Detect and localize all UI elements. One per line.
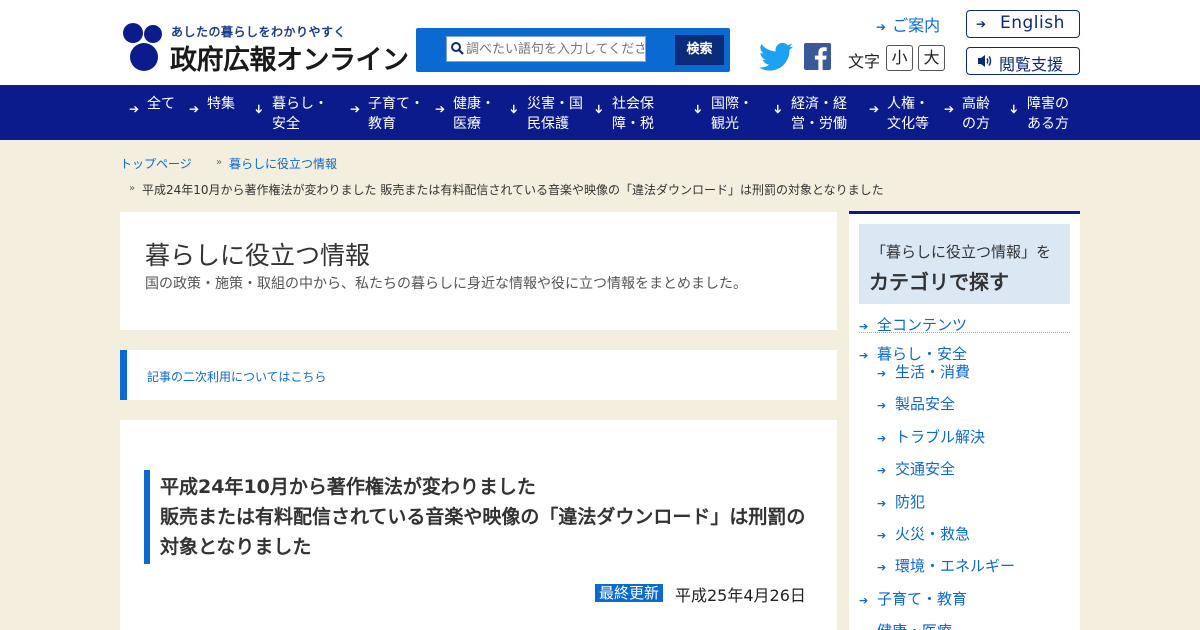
arrow-right-icon: ➔	[976, 17, 987, 31]
arrow-right-icon: ➔	[129, 102, 140, 116]
sidebar-heading: 「暮らしに役立つ情報」を カテゴリで探す	[859, 224, 1070, 304]
site-header: あしたの暮らしをわかりやすく 政府広報オンライン 検索 ➔ご案内 文字 小 大 …	[0, 0, 1200, 85]
arrow-right-icon: ➔	[435, 102, 446, 116]
accessibility-button-label: 閲覧支援	[999, 55, 1064, 74]
breadcrumb-separator-icon: »	[216, 157, 223, 168]
arrow-right-icon: ➔	[944, 102, 955, 116]
nav-label: 健康・ 医療	[453, 96, 495, 132]
sidebar-item-label: 製品安全	[895, 395, 956, 413]
last-updated-badge: 最終更新	[595, 584, 664, 602]
sidebar-item-label: 生活・消費	[895, 363, 971, 381]
arrow-right-icon: ➔	[859, 594, 869, 607]
sidebar-subitem-crime-prevention[interactable]: ➔ 防犯	[877, 491, 925, 512]
facebook-icon[interactable]	[804, 43, 831, 70]
arrow-down-icon: ➔	[592, 103, 607, 115]
sidebar-subitem-product-safety[interactable]: ➔ 製品安全	[877, 393, 955, 414]
sidebar-item-label: 防犯	[895, 493, 926, 511]
nav-label: 経済・経 営・労働	[791, 96, 847, 132]
english-button[interactable]: ➔ English	[966, 10, 1080, 38]
nav-label: 社会保 障・税	[612, 96, 654, 132]
page-title: 暮らしに役立つ情報	[145, 241, 371, 270]
sidebar-item-label: 交通安全	[895, 460, 956, 478]
arrow-down-icon: ➔	[691, 103, 706, 115]
sidebar-subitem-fire-emergency[interactable]: ➔ 火災・救急	[877, 523, 970, 544]
article-title-line: 販売または有料配信されている音楽や映像の「違法ダウンロード」は刑罰の	[160, 506, 806, 528]
sidebar-item-label: 健康・医療	[877, 622, 952, 630]
search-button[interactable]: 検索	[675, 35, 724, 65]
search-field[interactable]	[446, 36, 646, 62]
nav-label: 全て	[147, 96, 175, 112]
arrow-right-icon: ➔	[877, 432, 887, 445]
arrow-down-icon: ➔	[507, 103, 522, 115]
sidebar-subitem-traffic-safety[interactable]: ➔ 交通安全	[877, 458, 955, 479]
sidebar-item-label: トラブル解決	[895, 428, 986, 446]
logo-name: 政府広報オンライン	[170, 45, 409, 76]
search-icon	[451, 42, 464, 55]
breadcrumb-current: 平成24年10月から著作権法が変わりました 販売または有料配信されている音楽や映…	[142, 183, 884, 197]
twitter-icon[interactable]	[759, 42, 793, 72]
arrow-right-icon: ➔	[877, 367, 887, 380]
article-title-accent-bar	[144, 470, 150, 564]
breadcrumb-home[interactable]: トップページ	[120, 155, 192, 172]
arrow-down-icon: ➔	[1007, 103, 1022, 115]
guide-link-label: ご案内	[892, 16, 941, 35]
sidebar-subitem-troubles[interactable]: ➔ トラブル解決	[877, 426, 985, 447]
search-input[interactable]	[466, 39, 644, 59]
guide-link[interactable]: ➔ ご案内	[876, 12, 940, 36]
nav-label: 高齢 の方	[962, 96, 990, 132]
nav-label: 国際・ 観光	[711, 96, 753, 132]
font-size-label: 文字	[848, 52, 881, 71]
sidebar-item-label: 環境・エネルギー	[895, 557, 1016, 575]
arrow-right-icon: ➔	[877, 399, 887, 412]
article-title-line: 平成24年10月から著作権法が変わりました	[160, 476, 536, 498]
accessibility-button[interactable]: 閲覧支援	[966, 47, 1080, 75]
sidebar-divider	[859, 332, 1070, 333]
sidebar-subitem-environment-energy[interactable]: ➔ 環境・エネルギー	[877, 555, 1015, 576]
arrow-right-icon: ➔	[877, 529, 887, 542]
arrow-right-icon: ➔	[859, 626, 877, 630]
arrow-down-icon: ➔	[771, 103, 786, 115]
arrow-right-icon: ➔	[189, 102, 200, 116]
search-form: 検索	[416, 28, 730, 72]
reuse-accent-bar	[120, 350, 127, 400]
sidebar-item-childcare-education[interactable]: ➔ 子育て・教育	[859, 588, 967, 609]
article-title: 平成24年10月から著作権法が変わりました 販売または有料配信されている音楽や映…	[160, 472, 805, 562]
global-nav: ➔ 全て ➔ 特集 ➔ 暮らし・ 安全 ➔ 子育て・ 教育 ➔ 健康・ 医療 ➔ 災害・国 …	[0, 85, 1200, 140]
page-description: 国の政策・施策・取組の中から、私たちの暮らしに身近な情報や役に立つ情報をまとめま…	[145, 276, 747, 292]
font-small-button[interactable]: 小	[886, 45, 913, 71]
speaker-icon	[978, 55, 992, 67]
arrow-down-icon: ➔	[252, 103, 267, 115]
reuse-link[interactable]: 記事の二次利用についてはこちら	[147, 368, 326, 385]
nav-label: 障害の ある方	[1027, 96, 1069, 132]
sidebar-heading-line2: カテゴリで探す	[869, 270, 1009, 294]
nav-label: 特集	[207, 96, 235, 112]
logo-mark-icon	[123, 23, 162, 71]
sidebar-subitem-consumer[interactable]: ➔ 生活・消費	[877, 361, 970, 382]
arrow-right-icon: ➔	[877, 497, 887, 510]
site-logo[interactable]: あしたの暮らしをわかりやすく 政府広報オンライン	[120, 21, 409, 76]
breadcrumb-section[interactable]: 暮らしに役立つ情報	[229, 155, 337, 172]
sidebar-heading-line1: 「暮らしに役立つ情報」を	[871, 243, 1052, 261]
sidebar-item-health-medical[interactable]: ➔健康・医療	[859, 620, 952, 630]
nav-label: 暮らし・ 安全	[272, 96, 328, 132]
arrow-right-icon: ➔	[869, 102, 880, 116]
arrow-right-icon: ➔	[859, 349, 869, 362]
font-large-button[interactable]: 大	[918, 45, 945, 71]
arrow-right-icon: ➔	[876, 20, 887, 34]
arrow-right-icon: ➔	[350, 102, 361, 116]
nav-label: 子育て・ 教育	[368, 96, 424, 132]
arrow-right-icon: ➔	[877, 561, 887, 574]
nav-label: 災害・国 民保護	[527, 96, 583, 132]
english-button-label: English	[1000, 13, 1065, 33]
nav-label: 人権・ 文化等	[887, 96, 929, 132]
sidebar-item-label: 火災・救急	[895, 525, 971, 543]
last-updated-date: 平成25年4月26日	[675, 586, 806, 605]
sidebar-item-label: 子育て・教育	[877, 590, 968, 608]
arrow-right-icon: ➔	[877, 464, 887, 477]
breadcrumb-separator-icon: »	[129, 183, 136, 194]
article-title-line: 対象となりました	[160, 536, 312, 558]
